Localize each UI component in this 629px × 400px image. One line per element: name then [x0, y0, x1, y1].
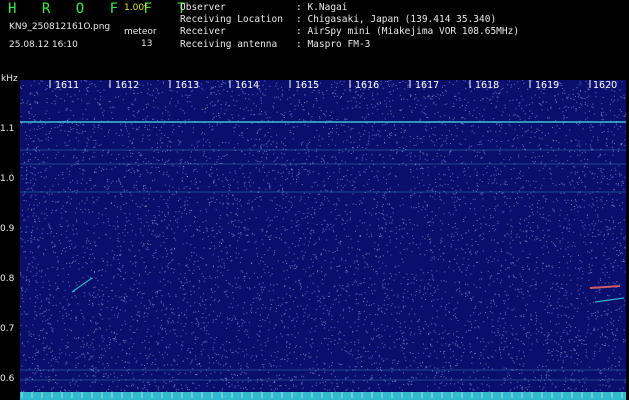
info-row-receiver: Receiver: AirSpy mini (Miakejima VOR 108… [180, 26, 520, 38]
y-label: 0.7 [0, 324, 15, 334]
x-label: 1613 [175, 80, 200, 91]
x-label: 1617 [415, 80, 440, 91]
baseline-band [20, 392, 626, 400]
x-label: 1612 [115, 80, 140, 91]
station-info: Observer: K.Nagai Receiving Location: Ch… [180, 2, 519, 51]
info-row-location: Receiving Location: Chigasaki, Japan (13… [180, 14, 497, 26]
datetime-label: 25.08.12 16:10 [9, 40, 78, 50]
x-label: 1615 [295, 80, 320, 91]
filename-label: KN9_250812161O.png [9, 22, 111, 32]
x-label: 1611 [55, 80, 80, 91]
count-label: 13 [141, 39, 153, 49]
x-label: 1616 [355, 80, 380, 91]
unit-label: kHz [1, 74, 18, 84]
x-label: 1619 [535, 80, 560, 91]
y-label: 0.6 [0, 374, 15, 384]
y-label: 0.9 [0, 224, 15, 234]
x-label: 1620 [593, 80, 618, 91]
y-label: 1.0 [0, 174, 15, 184]
x-label: 1614 [235, 80, 260, 91]
mode-label: meteor [124, 27, 157, 37]
version-label: 1.00f [124, 3, 148, 13]
y-label: 1.1 [0, 124, 15, 134]
spectrogram [20, 80, 626, 400]
header-panel: H R O F F T 1.00f KN9_250812161O.png met… [0, 0, 629, 74]
info-row-observer: Observer: K.Nagai [180, 2, 348, 13]
info-row-antenna: Receiving antenna: Maspro FM-3 [180, 38, 371, 50]
y-label: 0.8 [0, 274, 15, 284]
x-label: 1618 [475, 80, 500, 91]
spectrogram-canvas [20, 80, 626, 400]
app-logo: H R O F F T [8, 1, 195, 17]
